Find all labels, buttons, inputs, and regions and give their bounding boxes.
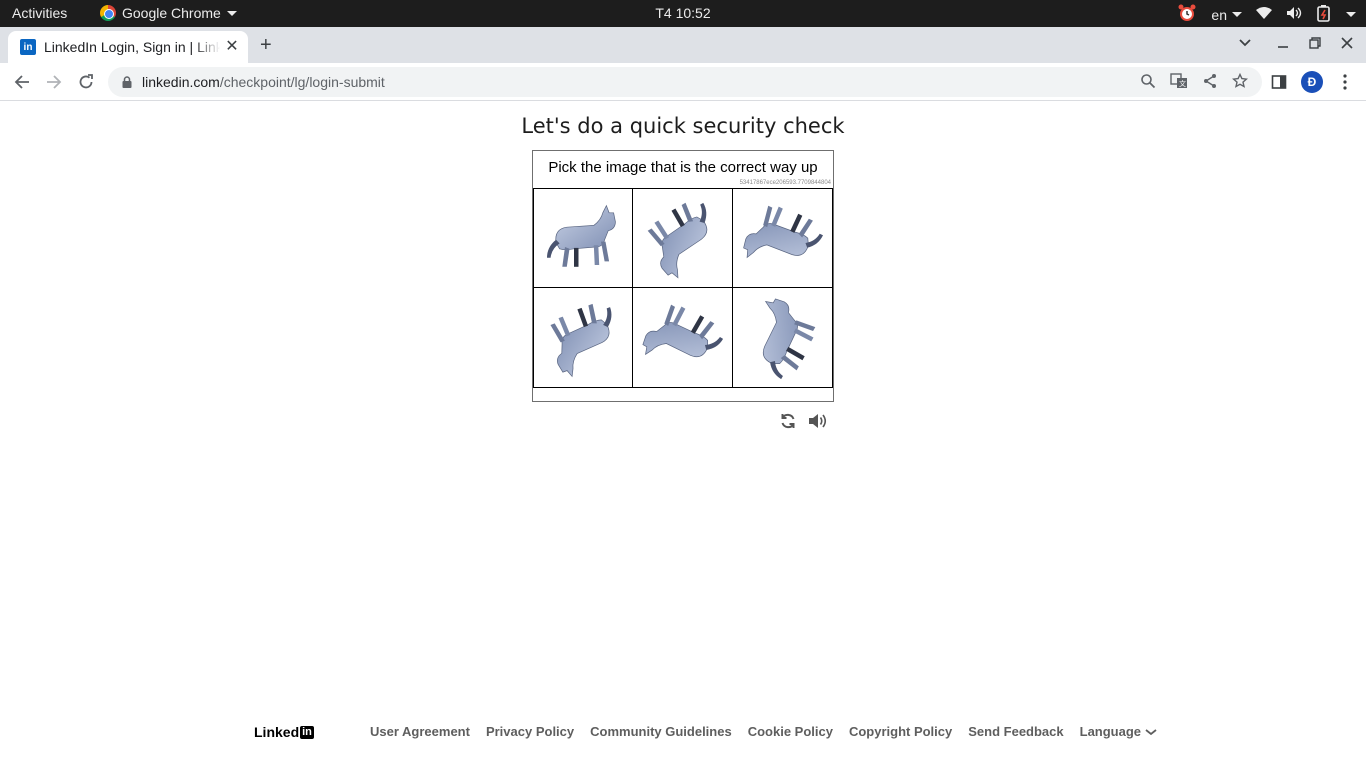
search-icon[interactable] xyxy=(1140,73,1156,92)
captcha-image-option[interactable] xyxy=(633,288,733,387)
dog-figure-icon xyxy=(547,204,616,267)
tab-search-chevron-icon[interactable] xyxy=(1235,33,1255,53)
system-tray[interactable]: en xyxy=(1177,3,1356,26)
close-tab-icon[interactable]: ✕ xyxy=(224,39,240,55)
footer-link-community-guidelines[interactable]: Community Guidelines xyxy=(590,724,732,739)
dog-figure-icon xyxy=(550,303,612,377)
new-tab-button[interactable]: + xyxy=(260,35,272,55)
tab-strip: in LinkedIn Login, Sign in | LinkedIn ✕ … xyxy=(0,27,1366,63)
logo-wordmark: Linked xyxy=(254,724,300,740)
language-selector[interactable]: Language xyxy=(1080,724,1157,739)
language-indicator[interactable]: en xyxy=(1211,7,1242,23)
captcha-image-option[interactable] xyxy=(732,288,832,387)
back-arrow-icon[interactable] xyxy=(11,71,33,93)
wifi-icon[interactable] xyxy=(1256,6,1272,23)
system-menu-chevron-icon[interactable] xyxy=(1346,12,1356,17)
footer-link-send-feedback[interactable]: Send Feedback xyxy=(968,724,1063,739)
linkedin-logo[interactable]: Linked in xyxy=(254,724,314,740)
language-label: en xyxy=(1211,6,1227,23)
dog-figure-icon xyxy=(743,205,824,259)
alarm-clock-icon[interactable] xyxy=(1177,3,1197,26)
battery-icon[interactable] xyxy=(1316,4,1332,25)
footer-link-user-agreement[interactable]: User Agreement xyxy=(370,724,470,739)
tab-linkedin[interactable]: in LinkedIn Login, Sign in | LinkedIn ✕ xyxy=(8,31,248,63)
captcha-prompt: Pick the image that is the correct way u… xyxy=(548,159,818,176)
dog-figure-icon xyxy=(763,297,816,379)
profile-avatar[interactable]: Đ xyxy=(1301,71,1323,93)
forward-arrow-icon[interactable] xyxy=(43,71,65,93)
dog-figure-icon xyxy=(642,304,724,357)
captcha-image-option[interactable] xyxy=(534,288,634,387)
chevron-down-icon xyxy=(1232,12,1242,17)
reload-icon[interactable] xyxy=(75,71,97,93)
share-icon[interactable] xyxy=(1202,73,1218,92)
chevron-down-icon xyxy=(1145,724,1157,739)
footer-link-cookie-policy[interactable]: Cookie Policy xyxy=(748,724,833,739)
captcha-image-option[interactable] xyxy=(633,189,733,288)
dog-figure-icon xyxy=(648,202,708,279)
footer-link-copyright-policy[interactable]: Copyright Policy xyxy=(849,724,952,739)
captcha-image-grid xyxy=(533,188,833,388)
svg-text:文: 文 xyxy=(1179,79,1186,88)
system-top-bar: Activities Google Chrome T4 10:52 en xyxy=(0,0,1366,27)
footer-link-privacy-policy[interactable]: Privacy Policy xyxy=(486,724,574,739)
captcha-image-option[interactable] xyxy=(732,189,832,288)
audio-challenge-icon[interactable] xyxy=(807,410,829,432)
captcha-panel: Pick the image that is the correct way u… xyxy=(532,150,834,402)
language-selector-label: Language xyxy=(1079,724,1142,739)
captcha-token: 53417867ece206593.7709844804 xyxy=(739,180,831,186)
translate-icon[interactable]: 文 xyxy=(1170,73,1188,92)
side-panel-icon[interactable] xyxy=(1268,71,1290,93)
clock[interactable]: T4 10:52 xyxy=(655,5,710,21)
restore-icon[interactable] xyxy=(1305,33,1325,53)
activities-button[interactable]: Activities xyxy=(12,5,67,21)
page-title: Let's do a quick security check xyxy=(521,114,845,138)
volume-icon[interactable] xyxy=(1286,6,1302,23)
logo-in-badge: in xyxy=(300,725,314,739)
close-window-icon[interactable] xyxy=(1337,33,1357,53)
browser-toolbar: linkedin.com/checkpoint/lg/login-submit … xyxy=(0,63,1366,101)
lock-icon[interactable] xyxy=(120,75,134,89)
app-name: Google Chrome xyxy=(122,5,221,21)
url-domain: linkedin.com xyxy=(142,74,220,90)
url-path: /checkpoint/lg/login-submit xyxy=(219,74,385,90)
kebab-menu-icon[interactable] xyxy=(1334,71,1356,93)
page-footer: Linked in User Agreement Privacy Policy Com… xyxy=(0,722,1366,742)
captcha-image-option[interactable] xyxy=(534,189,634,288)
app-menu[interactable]: Google Chrome xyxy=(100,5,237,21)
footer-links: User Agreement Privacy Policy Community Gu… xyxy=(370,724,1157,739)
tab-title: LinkedIn Login, Sign in | LinkedIn xyxy=(44,39,220,55)
chevron-down-icon xyxy=(226,10,237,16)
minimize-icon[interactable] xyxy=(1273,33,1293,53)
address-bar[interactable]: linkedin.com/checkpoint/lg/login-submit … xyxy=(108,67,1262,97)
bookmark-star-icon[interactable] xyxy=(1231,72,1249,92)
chrome-icon xyxy=(100,5,116,21)
refresh-challenge-icon[interactable] xyxy=(777,410,799,432)
linkedin-favicon-icon: in xyxy=(20,39,36,55)
